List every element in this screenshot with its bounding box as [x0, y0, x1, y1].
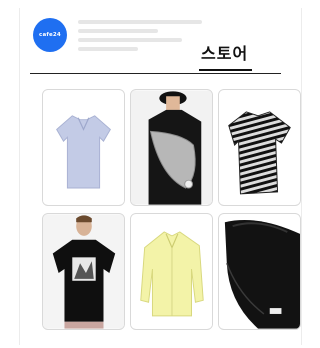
header-divider [30, 73, 281, 74]
logo-text: cafe24 [39, 32, 61, 38]
product-tile[interactable] [130, 89, 213, 206]
placeholder-line-4 [78, 47, 138, 51]
product-tile[interactable] [218, 89, 301, 206]
cafe24-logo: cafe24 [33, 18, 67, 52]
yellow-shirt-icon [131, 214, 212, 329]
product-tile[interactable] [218, 213, 301, 330]
placeholder-line-2 [78, 29, 158, 33]
graphic-tshirt-model-icon [43, 214, 124, 329]
striped-tshirt-icon [219, 90, 300, 205]
tab-store[interactable]: 스토어 [201, 44, 248, 68]
product-tile[interactable] [130, 213, 213, 330]
product-tile[interactable] [42, 213, 125, 330]
lavender-polo-shirt-icon [43, 90, 124, 205]
placeholder-line-1 [78, 20, 202, 24]
grey-crossbody-bag-model-icon [131, 90, 212, 205]
black-nylon-bag-icon [219, 214, 300, 329]
active-tab-underline [199, 69, 252, 71]
placeholder-line-3 [78, 38, 182, 42]
product-tile[interactable] [42, 89, 125, 206]
